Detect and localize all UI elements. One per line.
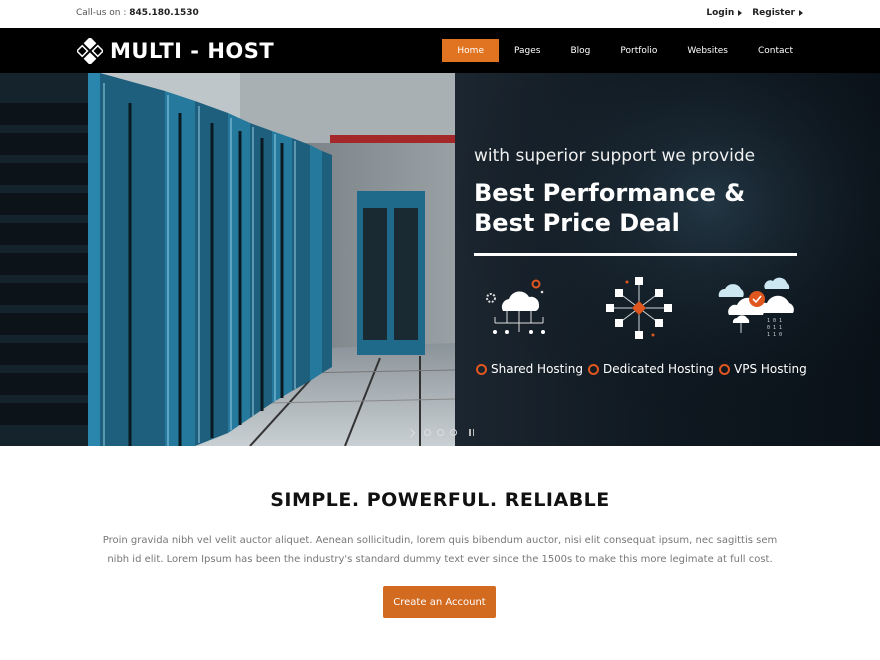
nav-home[interactable]: Home — [442, 39, 499, 62]
login-link[interactable]: Login — [706, 8, 743, 18]
feature-dedicated-hosting[interactable]: Dedicated Hosting — [588, 362, 714, 376]
register-link[interactable]: Register — [752, 8, 803, 18]
svg-text:0 1 1: 0 1 1 — [767, 325, 782, 331]
feature-vps-hosting[interactable]: VPS Hosting — [719, 362, 807, 376]
top-bar: Call-us on : 845.180.1530 Login Register — [0, 0, 880, 28]
main-navbar: MULTI - HOST Home Pages Blog Portfolio W… — [0, 28, 880, 73]
ring-bullet-icon — [476, 363, 487, 375]
phone-number[interactable]: 845.180.1530 — [129, 8, 198, 18]
feature-label: Dedicated Hosting — [603, 362, 714, 376]
register-label: Register — [752, 8, 795, 18]
section-headline: SIMPLE. POWERFUL. RELIABLE — [270, 489, 610, 511]
call-us: Call-us on : 845.180.1530 — [76, 8, 199, 18]
server-nodes-icon — [606, 277, 672, 339]
feature-label: Shared Hosting — [491, 362, 583, 376]
nav-contact[interactable]: Contact — [743, 39, 808, 62]
hero-subtitle: with superior support we provide — [474, 146, 756, 166]
main-menu: Home Pages Blog Portfolio Websites Conta… — [442, 39, 808, 62]
feature-label: VPS Hosting — [734, 362, 807, 376]
nav-portfolio[interactable]: Portfolio — [605, 39, 672, 62]
diamond-grid-icon — [77, 38, 103, 64]
caret-right-icon — [799, 10, 803, 16]
login-label: Login — [706, 8, 735, 18]
datacenter-image — [0, 73, 880, 446]
cloud-network-icon — [486, 279, 545, 334]
hero-divider — [474, 253, 797, 256]
nav-blog[interactable]: Blog — [555, 39, 605, 62]
ring-bullet-icon — [588, 363, 599, 375]
svg-text:1 1 0: 1 1 0 — [767, 332, 782, 338]
brand-logo[interactable]: MULTI - HOST — [77, 38, 274, 64]
pause-icon[interactable] — [469, 429, 474, 436]
create-account-button[interactable]: Create an Account — [383, 586, 496, 618]
feature-shared-hosting[interactable]: Shared Hosting — [476, 362, 583, 376]
hero-slider: 1 0 10 1 11 1 0 with superior support we… — [0, 73, 880, 446]
next-slide-icon[interactable] — [406, 428, 416, 437]
slide-dot[interactable] — [450, 429, 457, 436]
cloud-data-icon: 1 0 10 1 11 1 0 — [718, 277, 794, 338]
nav-pages[interactable]: Pages — [499, 39, 555, 62]
call-us-label: Call-us on : — [76, 8, 127, 18]
slide-dot[interactable] — [437, 429, 444, 436]
slide-dot[interactable] — [424, 429, 431, 436]
section-description: Proin gravida nibh vel velit auctor aliq… — [102, 535, 778, 565]
caret-right-icon — [738, 10, 743, 16]
account-links: Login Register — [706, 8, 803, 18]
brand-name: MULTI - HOST — [110, 39, 275, 63]
slider-controls — [406, 428, 474, 437]
nav-websites[interactable]: Websites — [672, 39, 743, 62]
svg-text:1 0 1: 1 0 1 — [767, 318, 782, 324]
ring-bullet-icon — [719, 363, 730, 375]
hero-title: Best Performance & Best Price Deal — [474, 179, 746, 237]
